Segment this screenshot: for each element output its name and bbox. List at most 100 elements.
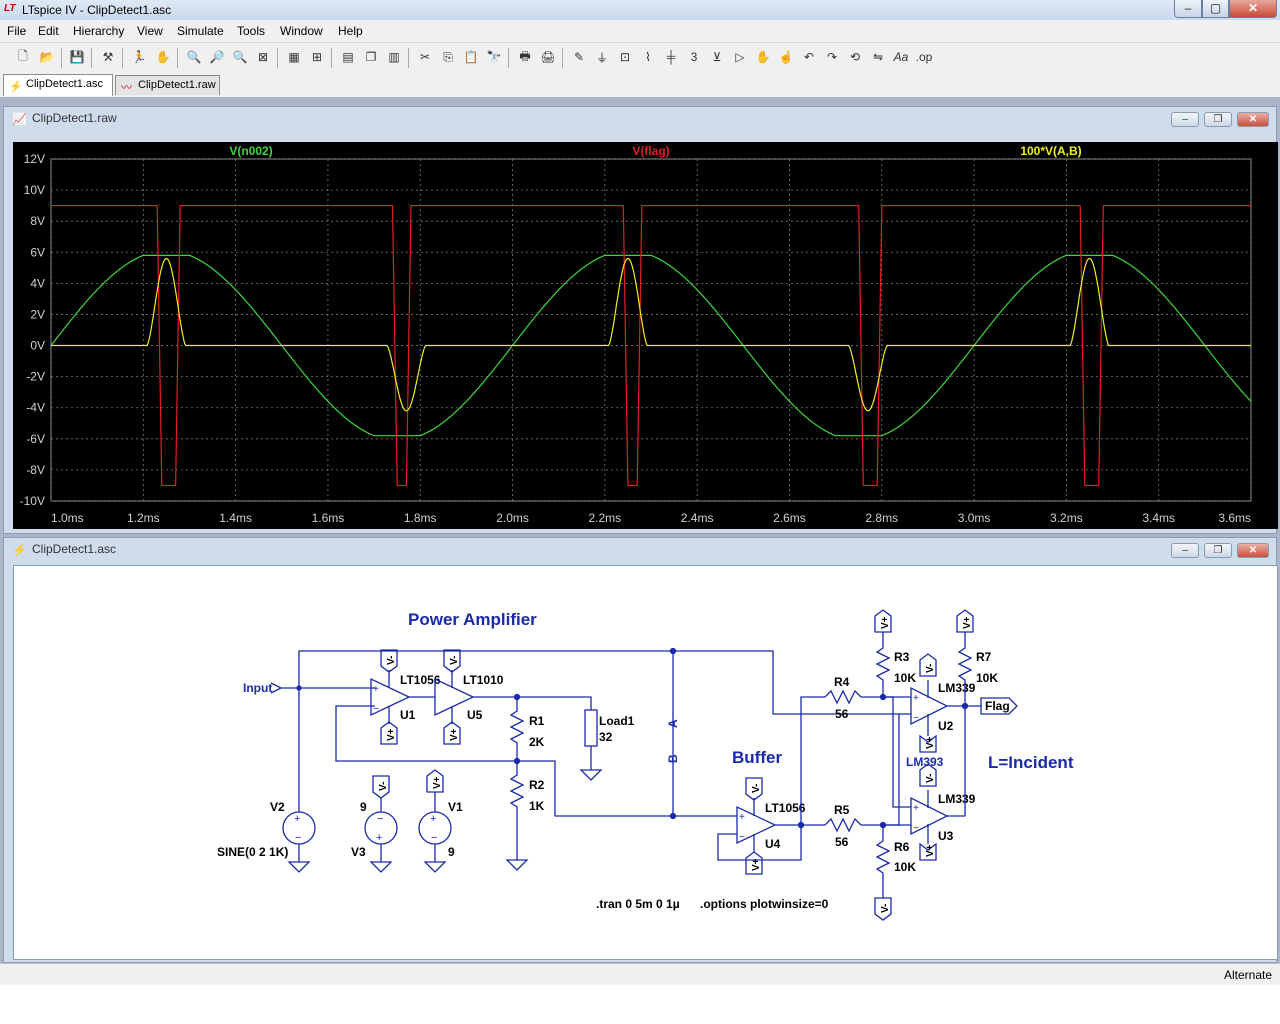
schematic-restore-button[interactable]: ❐ (1204, 543, 1232, 558)
x-tick-label: 1.8ms (404, 511, 437, 525)
schematic-icon: ⚡ (12, 543, 27, 557)
waveform-icon: 📈 (12, 112, 27, 126)
inductor-icon[interactable]: 3 (685, 48, 703, 66)
zoom-in-icon[interactable]: 🔍 (185, 48, 203, 66)
minus-sign: − (739, 832, 745, 843)
minimize-button[interactable]: – (1174, 0, 1202, 18)
toolbar-separator (562, 48, 563, 68)
minus-sign: − (377, 813, 383, 825)
u3-label: U3 (938, 829, 954, 843)
zoom-out-icon[interactable]: 🔍 (231, 48, 249, 66)
grid-icon[interactable]: ⊞ (308, 48, 326, 66)
options-directive: .options plotwinsize=0 (700, 897, 829, 911)
schematic-window-title: ClipDetect1.asc (32, 542, 117, 556)
capacitor-icon[interactable]: ╪ (662, 48, 680, 66)
flag-label: Flag (985, 699, 1010, 713)
tab-clipdetect-raw[interactable]: 〰 ClipDetect1.raw (115, 75, 220, 95)
vminus-text: V- (386, 656, 397, 665)
schematic-minimize-button[interactable]: – (1171, 543, 1199, 558)
u4-label: U4 (765, 837, 781, 851)
menu-tools[interactable]: Tools (237, 24, 265, 38)
menu-view[interactable]: View (137, 24, 163, 38)
mirror-icon[interactable]: ⇋ (869, 48, 887, 66)
toolbar-separator (508, 48, 509, 68)
copy-icon[interactable]: ⎘ (439, 48, 457, 66)
ground-symbol (423, 844, 447, 873)
x-tick-label: 1.2ms (127, 511, 160, 525)
buffer-label: Buffer (732, 748, 782, 767)
ground-icon[interactable]: ⏚ (593, 48, 611, 66)
net-label-a: A (666, 719, 680, 728)
new-schematic-icon[interactable]: 🗋 (14, 48, 32, 66)
menu-help[interactable]: Help (338, 24, 363, 38)
menu-window[interactable]: Window (280, 24, 323, 38)
tile-horizontal-icon[interactable]: ▤ (339, 48, 357, 66)
x-tick-label: 1.6ms (312, 511, 345, 525)
y-tick-label: 0V (30, 339, 45, 353)
schematic-icon: ⚡ (9, 81, 23, 93)
r2-resistor (505, 761, 529, 871)
r1-value: 2K (529, 735, 545, 749)
u2-model: LM339 (938, 681, 976, 695)
save-icon[interactable]: 💾 (68, 48, 86, 66)
plus-sign: + (913, 803, 919, 814)
label-icon[interactable]: ⊡ (616, 48, 634, 66)
cascade-icon[interactable]: ❐ (362, 48, 380, 66)
zoom-fit-icon[interactable]: ⊠ (254, 48, 272, 66)
tile-vertical-icon[interactable]: ▥ (385, 48, 403, 66)
waveform-chart: 12V 10V 8V 6V 4V 2V 0V -2V -4V -6V -8V -10V 1.0ms 1.2… (20, 144, 1252, 525)
vminus-text: V- (880, 904, 891, 913)
close-button[interactable]: ✕ (1229, 0, 1277, 18)
menu-file[interactable]: File (7, 24, 26, 38)
u4-model: LT1056 (765, 801, 806, 815)
control-panel-icon[interactable]: ⚒ (99, 48, 117, 66)
cut-icon[interactable]: ✂ (416, 48, 434, 66)
tab-clipdetect-asc[interactable]: ⚡ ClipDetect1.asc (3, 74, 113, 96)
x-tick-label: 1.4ms (219, 511, 252, 525)
zoom-pan-icon[interactable]: 🔎 (208, 48, 226, 66)
rotate-icon[interactable]: ⟲ (846, 48, 864, 66)
plot-restore-button[interactable]: ❐ (1204, 112, 1232, 127)
run-icon[interactable]: 🏃 (130, 48, 148, 66)
menu-hierarchy[interactable]: Hierarchy (73, 24, 124, 38)
load1-label: Load1 (599, 714, 635, 728)
undo-icon[interactable]: ↶ (800, 48, 818, 66)
toolbar: 🗋 📂 💾 ⚒ 🏃 ✋ 🔍 🔎 🔍 ⊠ ▦ ⊞ ▤ ❐ ▥ ✂ ⎘ 📋 🔭 🖶 … (0, 42, 1280, 74)
vplus-text: V+ (880, 616, 891, 629)
halt-icon[interactable]: ✋ (154, 48, 172, 66)
waveform-plot[interactable]: 12V 10V 8V 6V 4V 2V 0V -2V -4V -6V -8V -10V 1.0ms 1.2… (13, 142, 1278, 529)
plot-close-button[interactable]: ✕ (1237, 112, 1269, 127)
vminus-text: V- (925, 664, 936, 673)
diode-icon[interactable]: ⊻ (708, 48, 726, 66)
component-icon[interactable]: ▷ (731, 48, 749, 66)
maximize-button[interactable]: ▢ (1202, 0, 1229, 18)
tab-label: ClipDetect1.asc (26, 78, 104, 90)
open-icon[interactable]: 📂 (38, 48, 56, 66)
plot-minimize-button[interactable]: – (1171, 112, 1199, 127)
title-bar: LT LTspice IV - ClipDetect1.asc – ▢ ✕ (0, 0, 1280, 21)
resistor-icon[interactable]: ⌇ (639, 48, 657, 66)
schematic-close-button[interactable]: ✕ (1237, 543, 1269, 558)
print-icon[interactable]: 🖨 (539, 48, 557, 66)
paste-icon[interactable]: 📋 (462, 48, 480, 66)
plus-sign: + (739, 812, 745, 823)
spice-directive-icon[interactable]: .op (915, 48, 933, 66)
trace-label: 100*V(A,B) (1020, 144, 1081, 158)
minus-sign: − (295, 832, 301, 844)
text-icon[interactable]: Aa (892, 48, 910, 66)
vplus-text: V+ (386, 728, 397, 741)
schematic-canvas[interactable]: Power Amplifier Buffer L=Incident Input … (13, 565, 1278, 960)
series-100-v-a-b (51, 257, 1251, 412)
move-icon[interactable]: ✋ (754, 48, 772, 66)
print-setup-icon[interactable]: 🖶 (516, 48, 534, 66)
find-icon[interactable]: 🔭 (485, 48, 503, 66)
menu-edit[interactable]: Edit (38, 24, 59, 38)
redo-icon[interactable]: ↷ (823, 48, 841, 66)
drag-icon[interactable]: ☝ (777, 48, 795, 66)
schematic-window: ⚡ ClipDetect1.asc – ❐ ✕ Power Amplifier … (3, 537, 1278, 963)
menu-simulate[interactable]: Simulate (177, 24, 224, 38)
wire-icon[interactable]: ✎ (570, 48, 588, 66)
autorange-icon[interactable]: ▦ (285, 48, 303, 66)
vplus-text: V+ (925, 844, 936, 857)
y-tick-label: 6V (30, 245, 45, 259)
